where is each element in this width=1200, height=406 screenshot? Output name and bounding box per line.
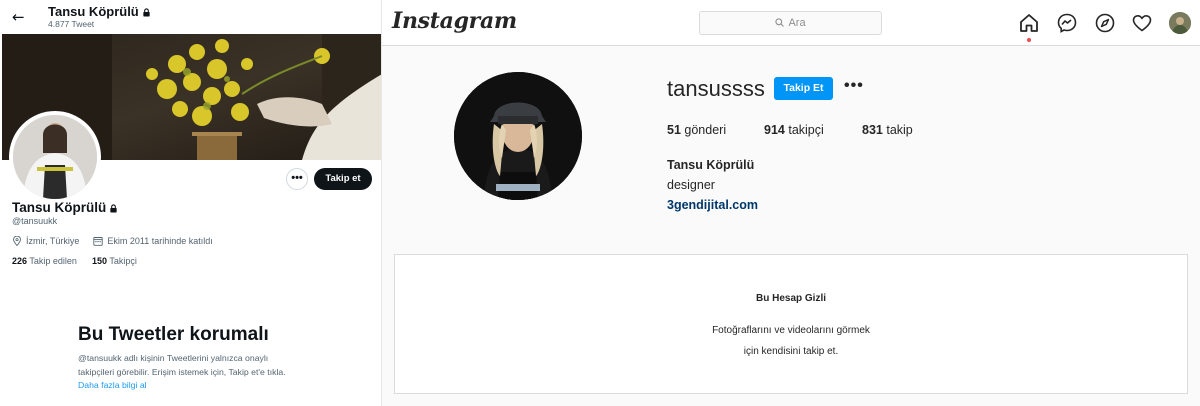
tweet-count: 4.877 Tweet bbox=[48, 19, 95, 29]
follow-button[interactable]: Takip Et bbox=[774, 77, 833, 100]
profile-username: tansussss bbox=[667, 76, 765, 101]
location-pin-icon bbox=[13, 236, 21, 246]
followers-link[interactable]: 150 Takipçi bbox=[92, 256, 137, 266]
profile-handle: @tansuukk bbox=[12, 216, 58, 226]
profile-avatar[interactable] bbox=[1169, 12, 1191, 34]
instagram-avatar[interactable] bbox=[454, 72, 582, 200]
follow-button[interactable]: Takip et bbox=[314, 168, 372, 190]
profile-location: İzmir, Türkiye bbox=[26, 236, 80, 246]
posts-stat: 51 gönderi bbox=[667, 123, 727, 137]
twitter-avatar[interactable] bbox=[9, 111, 101, 203]
arrow-left-icon[interactable]: ← bbox=[12, 9, 28, 25]
instagram-profile-panel: Instagram Ara tansussss Takip Et ••• 51 … bbox=[382, 0, 1200, 406]
learn-more-link[interactable]: Daha fazla bilgi al bbox=[78, 380, 147, 390]
private-notice-line: Fotoğraflarını ve videolarını görmek bbox=[712, 325, 870, 336]
search-input[interactable]: Ara bbox=[699, 11, 882, 35]
profile-website-link[interactable]: 3gendijital.com bbox=[667, 198, 758, 212]
twitter-header-title: Tansu Köprülü bbox=[48, 4, 151, 19]
protected-tweets-description: @tansuukk adlı kişinin Tweetlerini yalnı… bbox=[78, 353, 286, 390]
home-icon[interactable] bbox=[1018, 12, 1040, 34]
heart-icon[interactable] bbox=[1131, 12, 1153, 34]
profile-full-name: Tansu Köprülü bbox=[667, 158, 755, 172]
follow-stats: 226 Takip edilen 150 Takipçi bbox=[12, 256, 137, 266]
calendar-icon bbox=[93, 237, 103, 246]
more-options-button[interactable]: ••• bbox=[286, 168, 308, 190]
protected-tweets-title: Bu Tweetler korumalı bbox=[78, 324, 269, 345]
profile-bio: designer bbox=[667, 178, 715, 192]
private-notice-title: Bu Hesap Gizli bbox=[755, 293, 826, 304]
notification-dot bbox=[1027, 38, 1031, 42]
private-account-notice: Bu Hesap Gizli Fotoğraflarını ve videola… bbox=[394, 254, 1188, 394]
followers-stat[interactable]: 914 takipçi bbox=[764, 123, 824, 137]
instagram-logo[interactable]: Instagram bbox=[392, 8, 517, 34]
instagram-topbar: Instagram Ara bbox=[382, 0, 1200, 46]
twitter-profile-panel: ← Tansu Köprülü 4.877 Tweet ••• Takip et… bbox=[0, 0, 382, 406]
following-link[interactable]: 226 Takip edilen bbox=[12, 256, 77, 266]
profile-name: Tansu Köprülü bbox=[12, 200, 118, 215]
twitter-header: ← Tansu Köprülü 4.877 Tweet bbox=[0, 0, 381, 34]
search-icon bbox=[775, 18, 785, 27]
profile-join-date: Ekim 2011 tarihinde katıldı bbox=[107, 236, 213, 246]
lock-icon bbox=[110, 204, 117, 213]
profile-meta: İzmir, Türkiye Ekim 2011 tarihinde katıl… bbox=[12, 236, 213, 246]
explore-compass-icon[interactable] bbox=[1094, 12, 1116, 34]
following-stat[interactable]: 831 takip bbox=[862, 123, 913, 137]
more-options-button[interactable]: ••• bbox=[844, 78, 864, 94]
private-notice-line: için kendisini takip et. bbox=[743, 346, 839, 357]
messenger-icon[interactable] bbox=[1056, 12, 1078, 34]
lock-icon bbox=[143, 8, 150, 17]
